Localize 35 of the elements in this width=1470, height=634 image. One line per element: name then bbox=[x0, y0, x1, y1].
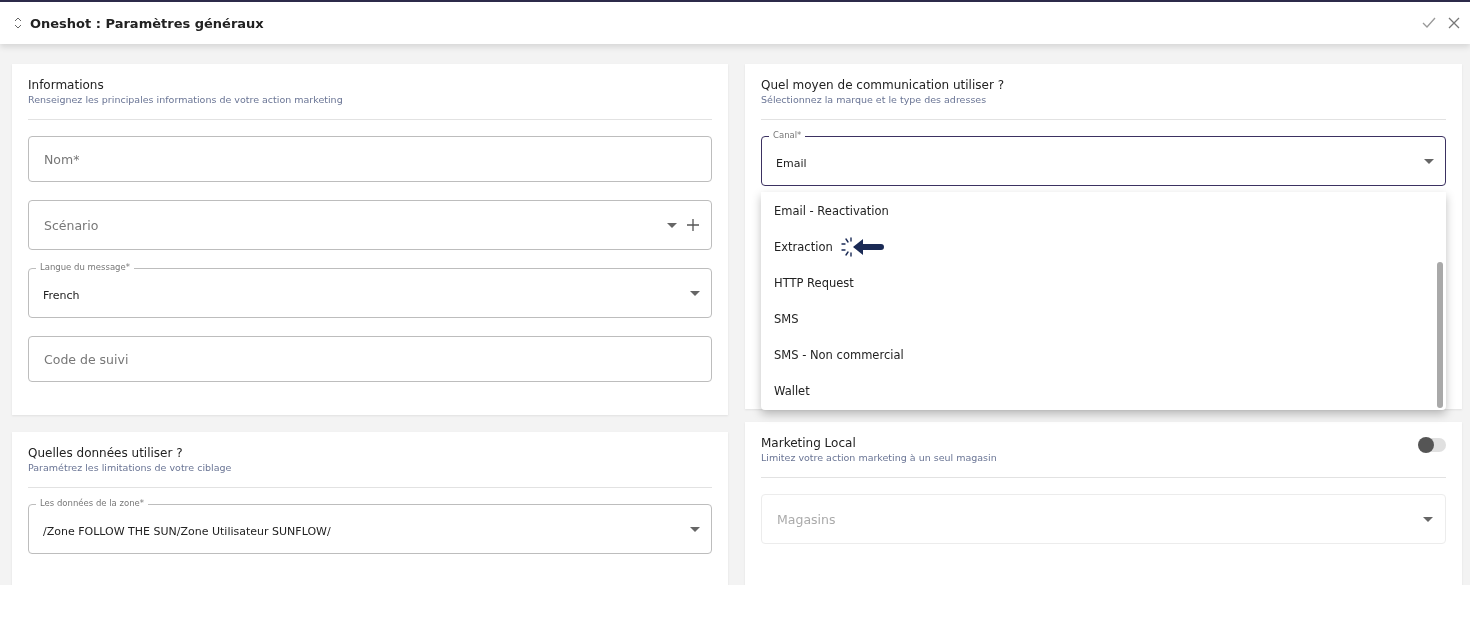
section-title: Quelles données utiliser ? bbox=[28, 446, 184, 460]
menu-option[interactable]: Extraction bbox=[761, 229, 1446, 265]
field-label: Canal* bbox=[769, 129, 806, 141]
caret-icon bbox=[1424, 158, 1434, 164]
caret-icon bbox=[690, 526, 700, 532]
close-icon[interactable] bbox=[1448, 17, 1460, 29]
section-title: Informations bbox=[28, 78, 105, 92]
menu-option[interactable]: HTTP Request bbox=[761, 265, 1446, 301]
text-field[interactable]: Code de suivi bbox=[28, 336, 712, 382]
select-field[interactable]: Les données de la zone* /Zone FOLLOW THE SUN/Zone Utilisateur SUNFLOW/ bbox=[28, 497, 712, 554]
page-title: Oneshot : Paramètres généraux bbox=[30, 15, 265, 31]
menu-option[interactable]: Wallet bbox=[761, 373, 1446, 409]
select-field[interactable]: Langue du message* French bbox=[28, 261, 712, 318]
select-field[interactable]: Scénario bbox=[28, 200, 712, 250]
menu-option[interactable]: Email - Reactivation bbox=[761, 193, 1446, 229]
section-subtitle: Sélectionnez la marque et le type des adresses bbox=[761, 94, 988, 105]
caret-icon bbox=[667, 222, 677, 228]
check-icon[interactable] bbox=[1422, 17, 1436, 29]
text-field[interactable]: Nom* bbox=[28, 136, 712, 182]
section-title: Marketing Local bbox=[761, 436, 857, 450]
field-label: Langue du message* bbox=[36, 261, 134, 273]
section-title: Quel moyen de communication utiliser ? bbox=[761, 78, 1005, 92]
menu-option[interactable]: SMS - Non commercial bbox=[761, 337, 1446, 373]
select-field[interactable]: Canal* Email bbox=[761, 129, 1446, 186]
section-subtitle: Limitez votre action marketing à un seul magasin bbox=[761, 452, 997, 463]
section-subtitle: Renseignez les principales informations de votre action marketing bbox=[28, 94, 344, 105]
caret-icon bbox=[1423, 516, 1433, 522]
scrollbar[interactable] bbox=[1437, 262, 1443, 408]
menu-option[interactable]: SMS bbox=[761, 301, 1446, 337]
caret-icon bbox=[690, 290, 700, 296]
field-label: Les données de la zone* bbox=[36, 497, 149, 509]
expand-collapse-icon[interactable] bbox=[14, 17, 22, 29]
toggle-switch[interactable] bbox=[1420, 437, 1446, 452]
section-subtitle: Paramétrez les limitations de votre ciblage bbox=[28, 462, 233, 473]
add-icon[interactable] bbox=[687, 219, 699, 231]
